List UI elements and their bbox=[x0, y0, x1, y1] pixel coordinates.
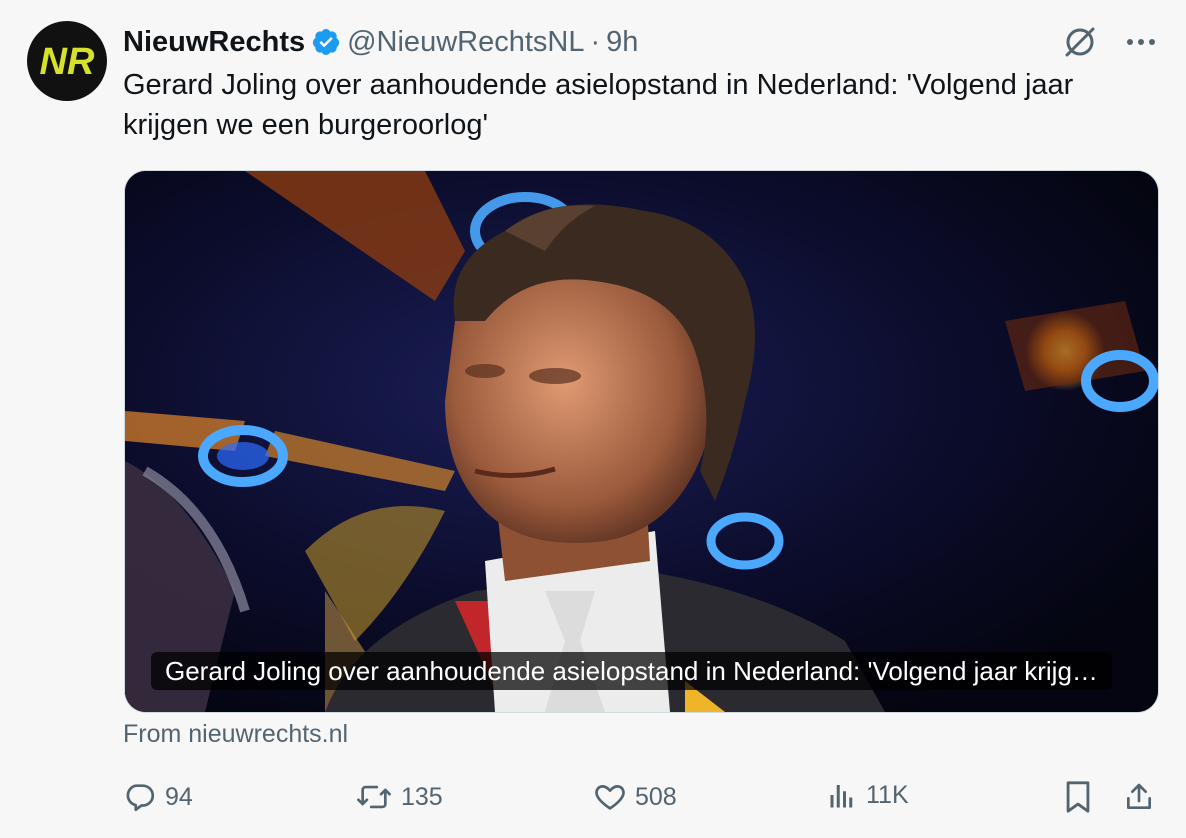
reply-icon bbox=[126, 784, 155, 812]
article-photo bbox=[125, 171, 1158, 712]
verified-badge-icon bbox=[312, 29, 340, 55]
reply-count: 94 bbox=[165, 782, 193, 811]
share-button[interactable] bbox=[1123, 780, 1155, 814]
bookmark-icon bbox=[1066, 781, 1090, 813]
like-count: 508 bbox=[635, 782, 677, 811]
like-button[interactable]: 508 bbox=[593, 780, 677, 814]
timestamp[interactable]: 9h bbox=[606, 26, 638, 59]
top-right-icons bbox=[1062, 24, 1156, 60]
views-count: 11K bbox=[866, 780, 909, 809]
repost-button[interactable]: 135 bbox=[355, 780, 443, 814]
nieuwrechts-logo: NR bbox=[40, 41, 95, 83]
handle[interactable]: @NieuwRechtsNL bbox=[347, 26, 584, 59]
bookmark-button[interactable] bbox=[1063, 780, 1093, 814]
display-name[interactable]: NieuwRechts bbox=[123, 26, 305, 59]
share-icon bbox=[1127, 783, 1151, 809]
heart-icon bbox=[595, 785, 625, 810]
card-caption: Gerard Joling over aanhoudende asielopst… bbox=[151, 652, 1112, 690]
reply-button[interactable]: 94 bbox=[123, 780, 193, 814]
tweet-header: NieuwRechts @NieuwRechtsNL · 9h bbox=[123, 22, 1156, 62]
link-card[interactable]: Gerard Joling over aanhoudende asielopst… bbox=[124, 170, 1159, 713]
repost-icon bbox=[357, 785, 391, 809]
repost-count: 135 bbox=[401, 782, 443, 811]
card-source-link[interactable]: From nieuwrechts.nl bbox=[123, 720, 348, 749]
tweet-text: Gerard Joling over aanhoudende asielopst… bbox=[123, 69, 1074, 141]
views-icon bbox=[830, 785, 853, 808]
more-icon[interactable] bbox=[1126, 37, 1156, 47]
grok-icon[interactable] bbox=[1062, 24, 1098, 60]
svg-text:NR: NR bbox=[40, 41, 95, 83]
action-bar: 94 135 508 11K bbox=[123, 780, 1163, 820]
views-button[interactable]: 11K bbox=[828, 780, 909, 810]
avatar[interactable]: NR bbox=[27, 21, 107, 101]
separator-dot: · bbox=[590, 25, 601, 58]
